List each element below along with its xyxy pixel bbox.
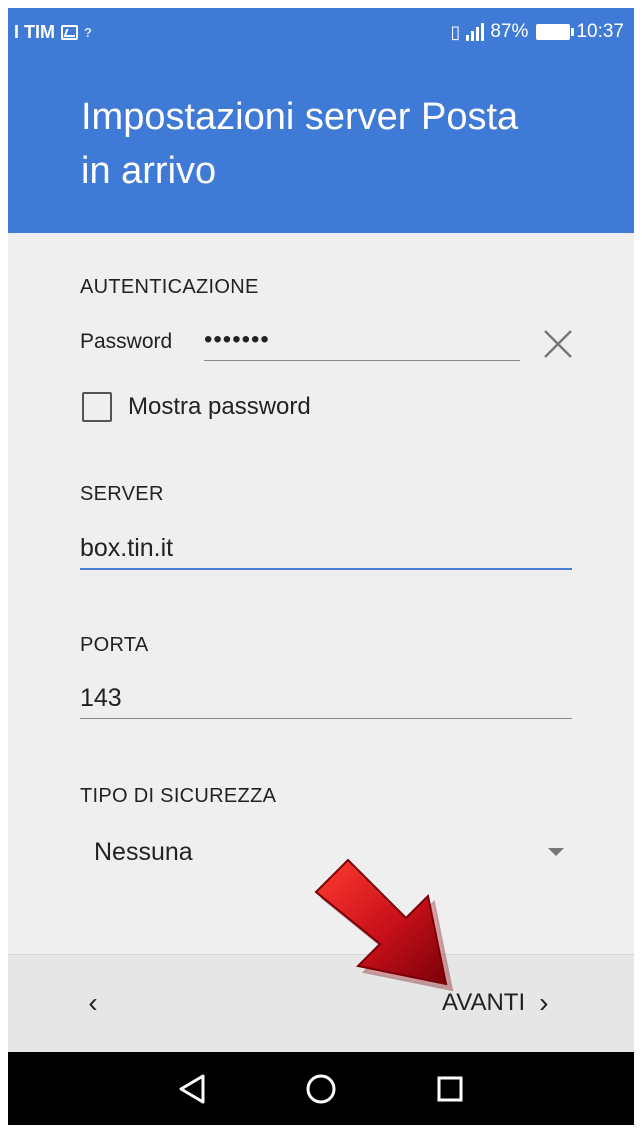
section-label-port: PORTA (80, 634, 149, 656)
show-password-toggle[interactable]: Mostra password (82, 390, 311, 424)
page-header: Impostazioni server Posta in arrivo (8, 56, 634, 233)
page-title: Impostazioni server Posta in arrivo (81, 90, 601, 198)
carrier-name: I TIM (14, 21, 55, 42)
password-label: Password (80, 330, 173, 353)
triangle-back-icon (179, 1074, 205, 1103)
phone-screen: I TIM ? ▯ 87% 10:37 Impostazioni server … (8, 8, 634, 1125)
circle-home-icon (306, 1074, 336, 1103)
port-underline (80, 718, 572, 719)
status-left: I TIM ? (14, 22, 92, 43)
chevron-right-icon: › (539, 987, 549, 1018)
square-recents-icon (437, 1076, 463, 1101)
nav-back-button[interactable] (172, 1069, 212, 1109)
section-label-server: SERVER (80, 483, 164, 505)
password-underline (204, 360, 520, 361)
show-password-label: Mostra password (128, 393, 311, 420)
back-button[interactable]: ‹ (78, 985, 108, 1021)
page-title-line1: Impostazioni server Posta (81, 96, 519, 138)
status-bar: I TIM ? ▯ 87% 10:37 (8, 8, 634, 56)
status-right: ▯ 87% 10:37 (451, 21, 624, 43)
close-icon (544, 330, 572, 358)
server-input[interactable]: box.tin.it (80, 534, 173, 563)
signal-strength-icon (466, 23, 485, 41)
gallery-notification-icon (61, 24, 78, 40)
battery-icon (536, 24, 575, 40)
show-password-checkbox[interactable] (82, 392, 112, 422)
clear-password-button[interactable] (540, 326, 576, 362)
password-row: Password ••••••• (80, 324, 580, 368)
red-annotation-arrow-icon (314, 858, 454, 992)
port-input[interactable]: 143 (80, 684, 122, 713)
dropdown-arrow-icon[interactable] (548, 848, 564, 856)
wifi-question-icon: ? (84, 24, 92, 40)
security-type-select[interactable]: Nessuna (94, 838, 193, 867)
android-navigation-bar (8, 1052, 634, 1125)
section-label-authentication: AUTENTICAZIONE (80, 276, 259, 298)
nav-home-button[interactable] (301, 1069, 341, 1109)
page-title-line2: in arrivo (81, 150, 217, 192)
server-underline (80, 568, 572, 570)
battery-percent: 87% (490, 21, 529, 42)
vibrate-icon: ▯ (450, 21, 461, 42)
section-label-security: TIPO DI SICUREZZA (80, 785, 277, 807)
clock: 10:37 (576, 21, 624, 42)
nav-recents-button[interactable] (430, 1069, 470, 1109)
password-input[interactable]: ••••••• (204, 326, 270, 354)
